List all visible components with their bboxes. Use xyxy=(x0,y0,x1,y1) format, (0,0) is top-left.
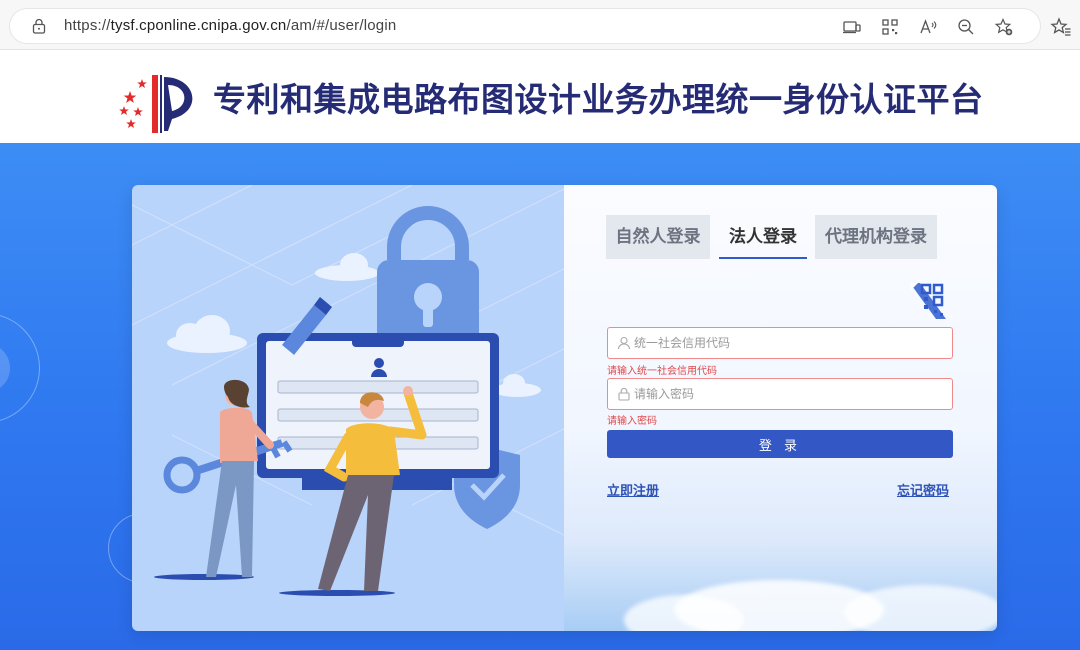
url-host: tysf.cponline.cnipa.gov.cn xyxy=(110,17,287,34)
url-path: /am/#/user/login xyxy=(286,17,397,34)
qr-scan-icon[interactable] xyxy=(880,17,900,37)
register-link[interactable]: 立即注册 xyxy=(607,480,659,499)
login-button[interactable]: 登 录 xyxy=(607,430,953,458)
app-available-icon[interactable] xyxy=(842,17,862,37)
password-input[interactable] xyxy=(634,379,946,409)
address-bar[interactable]: https://tysf.cponline.cnipa.gov.cn/am/#/… xyxy=(10,9,1040,43)
browser-toolbar: https://tysf.cponline.cnipa.gov.cn/am/#/… xyxy=(0,0,1080,50)
tab-legal-person[interactable]: 法人登录 xyxy=(719,215,807,259)
tab-agency[interactable]: 代理机构登录 xyxy=(815,215,937,259)
user-icon xyxy=(617,336,631,350)
credit-code-field[interactable] xyxy=(607,327,953,359)
credit-code-input[interactable] xyxy=(634,328,946,358)
site-header: 专利和集成电路布图设计业务办理统一身份认证平台 xyxy=(0,51,1080,143)
lock-icon xyxy=(618,387,630,401)
zoom-out-icon[interactable] xyxy=(956,17,976,37)
padlock-icon xyxy=(377,206,479,348)
url-text[interactable]: https://tysf.cponline.cnipa.gov.cn/am/#/… xyxy=(64,17,396,34)
password-field[interactable] xyxy=(607,378,953,410)
login-illustration xyxy=(132,185,565,596)
lock-icon[interactable] xyxy=(32,18,46,34)
site-title: 专利和集成电路布图设计业务办理统一身份认证平台 xyxy=(213,80,984,119)
favorites-icon[interactable] xyxy=(1050,16,1072,38)
login-card: 自然人登录 法人登录 代理机构登录 请输入统一社会信用代码 xyxy=(132,185,997,631)
url-prefix: https:// xyxy=(64,17,111,34)
tab-natural-person[interactable]: 自然人登录 xyxy=(606,215,710,259)
qr-code-login-icon[interactable] xyxy=(910,283,946,319)
illustration-panel xyxy=(132,185,565,631)
tab-legal-person-label: 法人登录 xyxy=(729,227,797,247)
forgot-password-link[interactable]: 忘记密码 xyxy=(897,480,949,499)
credit-code-error: 请输入统一社会信用代码 xyxy=(607,366,717,377)
add-favorite-icon[interactable] xyxy=(994,17,1014,37)
active-tab-indicator xyxy=(719,257,807,259)
login-form-panel: 自然人登录 法人登录 代理机构登录 请输入统一社会信用代码 xyxy=(564,185,997,631)
password-error: 请输入密码 xyxy=(607,416,657,427)
read-aloud-icon[interactable] xyxy=(918,17,938,37)
cnipa-logo xyxy=(119,75,193,133)
